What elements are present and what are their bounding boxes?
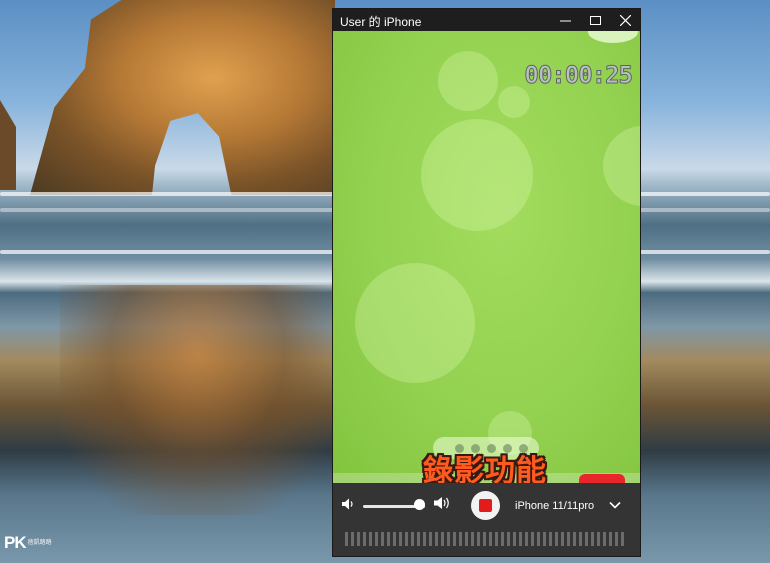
chevron-down-icon[interactable] bbox=[609, 498, 621, 516]
meter-bar bbox=[381, 532, 384, 546]
meter-bar bbox=[531, 532, 534, 546]
meter-bar bbox=[603, 532, 606, 546]
maximize-icon bbox=[589, 15, 601, 25]
window-title: User 的 iPhone bbox=[340, 15, 422, 29]
meter-bar bbox=[357, 532, 360, 546]
minimize-button[interactable] bbox=[550, 9, 580, 31]
bg-bubble bbox=[355, 263, 475, 383]
meter-bar bbox=[369, 532, 372, 546]
meter-bar bbox=[579, 532, 582, 546]
meter-bar bbox=[483, 532, 486, 546]
meter-bar bbox=[621, 532, 624, 546]
audio-level-meter bbox=[345, 532, 627, 546]
bg-bubble bbox=[588, 31, 638, 43]
wallpaper-cliff bbox=[30, 0, 335, 195]
meter-bar bbox=[513, 532, 516, 546]
meter-bar bbox=[573, 532, 576, 546]
close-icon bbox=[619, 14, 631, 26]
mirror-app-window: User 的 iPhone 00:00:25 錄影功能 iPhone 11/11… bbox=[333, 9, 640, 556]
red-badge bbox=[579, 474, 625, 483]
watermark-tag: 痞凱踏踏 bbox=[27, 539, 52, 546]
meter-bar bbox=[549, 532, 552, 546]
wallpaper-rock bbox=[0, 100, 16, 190]
meter-bar bbox=[561, 532, 564, 546]
watermark-brand: PK bbox=[4, 533, 27, 552]
meter-bar bbox=[507, 532, 510, 546]
minimize-icon bbox=[559, 20, 571, 21]
watermark-logo: PK 痞凱踏踏 bbox=[4, 533, 52, 553]
meter-bar bbox=[351, 532, 354, 546]
volume-slider-handle[interactable] bbox=[414, 499, 425, 510]
meter-bar bbox=[399, 532, 402, 546]
meter-bar bbox=[459, 532, 462, 546]
phone-screen-mirror[interactable]: 00:00:25 錄影功能 bbox=[333, 31, 640, 483]
volume-low-icon[interactable] bbox=[341, 497, 355, 516]
control-bar: iPhone 11/11pro bbox=[333, 483, 640, 556]
meter-bar bbox=[375, 532, 378, 546]
title-bar[interactable]: User 的 iPhone bbox=[333, 9, 640, 31]
record-stop-icon bbox=[479, 499, 492, 512]
meter-bar bbox=[429, 532, 432, 546]
meter-bar bbox=[387, 532, 390, 546]
meter-bar bbox=[405, 532, 408, 546]
bg-bubble bbox=[603, 126, 640, 206]
record-stop-button[interactable] bbox=[471, 491, 500, 520]
wallpaper-reflection bbox=[60, 285, 335, 515]
bg-bubble bbox=[498, 86, 530, 118]
meter-bar bbox=[519, 532, 522, 546]
recording-timer: 00:00:25 bbox=[524, 61, 634, 90]
meter-bar bbox=[495, 532, 498, 546]
meter-bar bbox=[417, 532, 420, 546]
meter-bar bbox=[543, 532, 546, 546]
maximize-button[interactable] bbox=[580, 9, 610, 31]
close-button[interactable] bbox=[610, 9, 640, 31]
meter-bar bbox=[363, 532, 366, 546]
meter-bar bbox=[393, 532, 396, 546]
meter-bar bbox=[435, 532, 438, 546]
meter-bar bbox=[597, 532, 600, 546]
bg-bubble bbox=[421, 119, 533, 231]
meter-bar bbox=[477, 532, 480, 546]
meter-bar bbox=[501, 532, 504, 546]
feature-caption: 錄影功能 bbox=[423, 455, 547, 483]
meter-bar bbox=[345, 532, 348, 546]
meter-bar bbox=[585, 532, 588, 546]
meter-bar bbox=[447, 532, 450, 546]
meter-bar bbox=[441, 532, 444, 546]
meter-bar bbox=[567, 532, 570, 546]
meter-bar bbox=[453, 532, 456, 546]
meter-bar bbox=[555, 532, 558, 546]
bg-bubble bbox=[438, 51, 498, 111]
volume-high-icon[interactable] bbox=[433, 495, 453, 516]
device-name: iPhone 11/11pro bbox=[515, 500, 595, 512]
meter-bar bbox=[615, 532, 618, 546]
meter-bar bbox=[471, 532, 474, 546]
meter-bar bbox=[411, 532, 414, 546]
meter-bar bbox=[423, 532, 426, 546]
meter-bar bbox=[465, 532, 468, 546]
meter-bar bbox=[489, 532, 492, 546]
meter-bar bbox=[591, 532, 594, 546]
meter-bar bbox=[525, 532, 528, 546]
meter-bar bbox=[537, 532, 540, 546]
meter-bar bbox=[609, 532, 612, 546]
